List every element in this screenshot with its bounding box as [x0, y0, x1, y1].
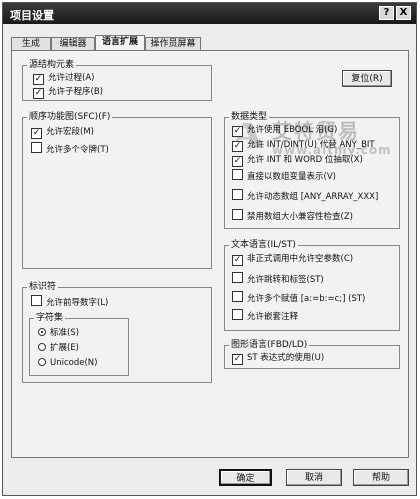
checkbox-unchecked-icon	[232, 309, 243, 320]
checkbox-label: 允许宏段(M)	[46, 127, 94, 137]
checkbox-label: 允许前导数字(L)	[46, 298, 109, 308]
window-title: 项目设置	[10, 9, 54, 22]
checkbox-checked-icon: ✓	[232, 156, 243, 167]
tab-generate[interactable]: 生成	[11, 37, 51, 51]
source-structure-group: 源结构元素 ✓ 允许过程(A) ✓ 允许子程序(B)	[22, 59, 212, 101]
close-button[interactable]: X	[396, 6, 411, 20]
charset-group: 字符集 标准(S) 扩展(E) Unicode(N)	[29, 312, 129, 376]
allow-int-dint-anybit-checkbox[interactable]: ✓ 允许 INT/DINT(U) 代替 ANY_BIT	[232, 139, 375, 152]
checkbox-label: 允许多个令牌(T)	[46, 145, 109, 155]
checkbox-label: 直接以数组变量表示(V)	[247, 172, 336, 182]
allow-dynamic-arrays-checkbox[interactable]: 允许动态数组 [ANY_ARRAY_XXX]	[232, 189, 378, 202]
disable-array-size-check-checkbox[interactable]: 禁用数组大小兼容性检查(Z)	[232, 209, 353, 222]
radio-label: 扩展(E)	[50, 343, 80, 353]
charset-unicode-radio[interactable]: Unicode(N)	[38, 357, 97, 370]
group-title: 字符集	[34, 312, 66, 324]
tab-panel: A 艾特贸易 www.aitmy.com 源结构元素 ✓ 允许过程(A) ✓ 允许子…	[11, 50, 409, 458]
allow-jumps-labels-checkbox[interactable]: 允许跳转和标签(ST)	[232, 272, 324, 285]
allow-empty-params-checkbox[interactable]: ✓ 非正式调用中允许空参数(C)	[232, 253, 353, 266]
checkbox-checked-icon: ✓	[33, 74, 44, 85]
checkbox-unchecked-icon	[232, 169, 243, 180]
radio-unselected-icon	[38, 343, 46, 351]
checkbox-checked-icon: ✓	[33, 88, 44, 99]
project-settings-dialog: 项目设置 ? X 生成 编辑器 语言扩展 操作员屏幕 A 艾特贸易 www.ai…	[2, 2, 417, 496]
identifier-group: 标识符 允许前导数字(L) 字符集 标准(S) 扩展(E) Unicode(N)	[22, 281, 212, 383]
radio-unselected-icon	[38, 358, 46, 366]
checkbox-unchecked-icon	[31, 295, 42, 306]
text-languages-group: 文本语言(IL/ST) ✓ 非正式调用中允许空参数(C) 允许跳转和标签(ST) …	[224, 239, 400, 331]
checkbox-checked-icon: ✓	[232, 126, 243, 137]
radio-label: Unicode(N)	[50, 358, 98, 368]
allow-multiple-assignment-checkbox[interactable]: 允许多个赋值 [a:=b:=c;] (ST)	[232, 291, 365, 304]
help-title-button[interactable]: ?	[379, 6, 394, 20]
checkbox-unchecked-icon	[232, 189, 243, 200]
tab-operator-screens[interactable]: 操作员屏幕	[145, 37, 201, 51]
checkbox-label: 允许跳转和标签(ST)	[247, 275, 324, 285]
group-title: 源结构元素	[27, 59, 77, 71]
tab-language-extensions[interactable]: 语言扩展	[95, 35, 145, 51]
data-types-group: 数据类型 ✓ 允许使用 EBOOL 沿(G) ✓ 允许 INT/DINT(U) 代替…	[224, 111, 400, 229]
group-title: 标识符	[27, 281, 59, 293]
checkbox-label: 允许多个赋值 [a:=b:=c;] (ST)	[247, 294, 366, 304]
checkbox-checked-icon: ✓	[232, 141, 243, 152]
checkbox-label: 禁用数组大小兼容性检查(Z)	[247, 212, 353, 222]
checkbox-label: 允许过程(A)	[48, 73, 95, 83]
checkbox-label: 允许 INT 和 WORD 位抽取(X)	[247, 155, 363, 165]
checkbox-label: 允许 INT/DINT(U) 代替 ANY_BIT	[247, 140, 375, 150]
checkbox-unchecked-icon	[31, 142, 42, 153]
checkbox-unchecked-icon	[232, 209, 243, 220]
allow-subroutines-checkbox[interactable]: ✓ 允许子程序(B)	[33, 86, 103, 99]
tab-editor[interactable]: 编辑器	[51, 37, 95, 51]
group-title: 文本语言(IL/ST)	[229, 239, 298, 251]
checkbox-checked-icon: ✓	[232, 354, 243, 365]
checkbox-checked-icon: ✓	[31, 128, 42, 139]
group-title: 图形语言(FBD/LD)	[229, 339, 310, 351]
allow-procedures-checkbox[interactable]: ✓ 允许过程(A)	[33, 72, 94, 85]
charset-extended-radio[interactable]: 扩展(E)	[38, 342, 79, 355]
checkbox-label: 非正式调用中允许空参数(C)	[247, 254, 354, 264]
help-button[interactable]: 帮助	[353, 469, 409, 486]
st-expressions-checkbox[interactable]: ✓ ST 表达式的使用(U)	[232, 352, 324, 365]
allow-ebool-edges-checkbox[interactable]: ✓ 允许使用 EBOOL 沿(G)	[232, 124, 337, 137]
allow-macro-steps-checkbox[interactable]: ✓ 允许宏段(M)	[31, 126, 94, 139]
radio-selected-icon	[38, 328, 46, 336]
direct-array-representation-checkbox[interactable]: 直接以数组变量表示(V)	[232, 169, 336, 182]
checkbox-label: 允许嵌套注释	[247, 312, 299, 322]
cancel-button[interactable]: 取消	[286, 469, 342, 486]
ok-button[interactable]: 确定	[219, 469, 272, 486]
checkbox-label: 允许子程序(B)	[48, 87, 103, 97]
allow-nested-comments-checkbox[interactable]: 允许嵌套注释	[232, 309, 298, 322]
reset-button[interactable]: 复位(R)	[342, 70, 392, 87]
radio-label: 标准(S)	[50, 328, 80, 338]
allow-leading-digits-checkbox[interactable]: 允许前导数字(L)	[31, 295, 108, 308]
allow-multiple-tokens-checkbox[interactable]: 允许多个令牌(T)	[31, 142, 109, 155]
charset-standard-radio[interactable]: 标准(S)	[38, 327, 79, 340]
checkbox-unchecked-icon	[232, 291, 243, 302]
title-bar: 项目设置 ? X	[3, 3, 416, 24]
checkbox-checked-icon: ✓	[232, 255, 243, 266]
checkbox-unchecked-icon	[232, 272, 243, 283]
graphic-languages-group: 图形语言(FBD/LD) ✓ ST 表达式的使用(U)	[224, 339, 400, 369]
group-title: 顺序功能图(SFC)(F)	[27, 111, 113, 123]
sfc-group: 顺序功能图(SFC)(F) ✓ 允许宏段(M) 允许多个令牌(T)	[22, 111, 212, 269]
checkbox-label: 允许动态数组 [ANY_ARRAY_XXX]	[247, 192, 379, 202]
checkbox-label: ST 表达式的使用(U)	[247, 353, 325, 363]
checkbox-label: 允许使用 EBOOL 沿(G)	[247, 125, 338, 135]
allow-bit-extraction-checkbox[interactable]: ✓ 允许 INT 和 WORD 位抽取(X)	[232, 154, 363, 167]
group-title: 数据类型	[229, 111, 270, 123]
